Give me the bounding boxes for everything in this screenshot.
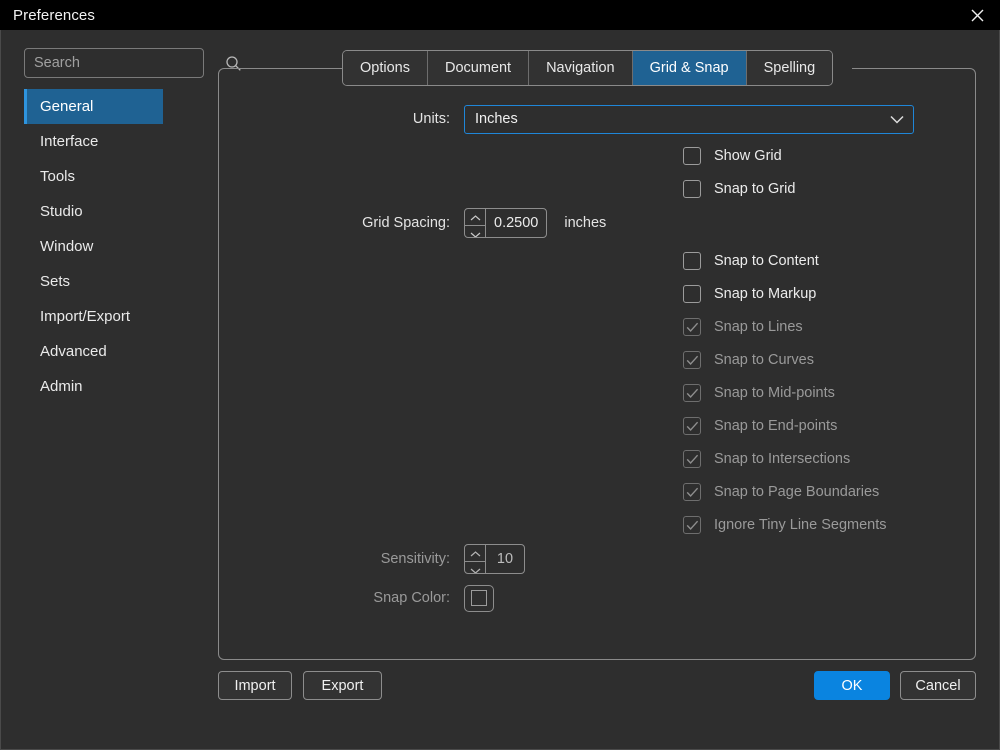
dialog-footer: Import Export OK Cancel [1,663,999,749]
import-button[interactable]: Import [218,671,292,700]
sensitivity-label: Sensitivity: [252,551,464,567]
checkbox-label: Snap to Grid [714,181,795,197]
grid-spacing-label: Grid Spacing: [252,215,464,231]
units-select-value: Inches [465,111,518,127]
chevron-up-icon [470,209,481,225]
checkbox-box [683,516,701,534]
sidebar-item-label: Advanced [40,343,107,360]
checkbox-box [683,318,701,336]
sidebar-item-label: Studio [40,203,83,220]
sidebar-item-advanced[interactable]: Advanced [24,334,163,369]
checkbox-box [683,384,701,402]
checkbox-label: Show Grid [714,148,782,164]
sidebar-item-import-export[interactable]: Import/Export [24,299,163,334]
export-button[interactable]: Export [303,671,382,700]
checkbox-snap-to-page-boundaries[interactable]: Snap to Page Boundaries [218,480,879,504]
stepper-up-button[interactable] [465,209,485,226]
checkbox-label: Ignore Tiny Line Segments [714,517,887,533]
checkbox-box [683,180,701,198]
units-select[interactable]: Inches [464,105,914,134]
chevron-down-icon [470,562,481,574]
grid-spacing-value[interactable]: 0.2500 [486,209,546,237]
chevron-up-icon [470,545,481,561]
sidebar-item-sets[interactable]: Sets [24,264,163,299]
sidebar-nav-list: General Interface Tools Studio Window Se… [24,89,163,404]
checkbox-label: Snap to End-points [714,418,837,434]
ok-button[interactable]: OK [814,671,890,700]
checkbox-label: Snap to Lines [714,319,803,335]
checkbox-box [683,450,701,468]
checkbox-snap-to-content[interactable]: Snap to Content [218,249,819,273]
close-icon [970,8,985,23]
stepper-down-button[interactable] [465,562,485,574]
checkbox-label: Snap to Mid-points [714,385,835,401]
sidebar-item-label: Window [40,238,93,255]
checkbox-box [683,147,701,165]
checkbox-label: Snap to Markup [714,286,816,302]
sidebar-item-label: Tools [40,168,75,185]
snap-color-label: Snap Color: [252,590,464,606]
checkbox-ignore-tiny-line-segments[interactable]: Ignore Tiny Line Segments [218,513,887,537]
sidebar-item-label: Import/Export [40,308,130,325]
checkbox-show-grid[interactable]: Show Grid [218,144,782,168]
search-box[interactable] [24,48,204,78]
checkbox-box [683,483,701,501]
close-button[interactable] [954,0,1000,30]
chevron-down-icon [890,106,904,133]
checkbox-snap-to-mid-points[interactable]: Snap to Mid-points [218,381,835,405]
checkbox-snap-to-curves[interactable]: Snap to Curves [218,348,814,372]
units-row: Units: Inches [252,106,914,132]
units-label: Units: [252,111,464,127]
checkbox-snap-to-grid[interactable]: Snap to Grid [218,177,795,201]
snap-color-row: Snap Color: [252,585,494,611]
checkbox-label: Snap to Page Boundaries [714,484,879,500]
grid-spacing-stepper[interactable]: 0.2500 [464,208,547,238]
sidebar-item-window[interactable]: Window [24,229,163,264]
sidebar-item-label: Sets [40,273,70,290]
sidebar: General Interface Tools Studio Window Se… [1,30,211,750]
stepper-down-button[interactable] [465,226,485,238]
stepper-up-button[interactable] [465,545,485,562]
checkbox-label: Snap to Curves [714,352,814,368]
sidebar-item-admin[interactable]: Admin [24,369,163,404]
checkbox-snap-to-intersections[interactable]: Snap to Intersections [218,447,850,471]
checkbox-label: Snap to Intersections [714,451,850,467]
checkbox-snap-to-lines[interactable]: Snap to Lines [218,315,803,339]
checkbox-snap-to-end-points[interactable]: Snap to End-points [218,414,837,438]
sidebar-item-interface[interactable]: Interface [24,124,163,159]
sensitivity-value[interactable]: 10 [486,545,524,573]
stepper-buttons [465,209,486,237]
chevron-down-icon [470,226,481,238]
window-title: Preferences [13,7,95,24]
checkbox-snap-to-markup[interactable]: Snap to Markup [218,282,816,306]
sensitivity-stepper[interactable]: 10 [464,544,525,574]
grid-spacing-unit: inches [564,215,606,231]
color-swatch [471,590,487,606]
sidebar-item-label: Admin [40,378,83,395]
search-input[interactable] [25,49,225,77]
checkbox-box [683,252,701,270]
snap-color-button[interactable] [464,585,494,612]
grid-and-snap-form: Units: Inches Show Grid Snap to Grid Gri… [218,68,976,660]
sidebar-item-studio[interactable]: Studio [24,194,163,229]
sidebar-item-tools[interactable]: Tools [24,159,163,194]
checkbox-box [683,417,701,435]
sidebar-item-label: General [40,98,93,115]
checkbox-box [683,351,701,369]
stepper-buttons [465,545,486,573]
cancel-button[interactable]: Cancel [900,671,976,700]
preferences-dialog: Preferences General In [0,0,1000,750]
titlebar: Preferences [0,0,1000,30]
checkbox-box [683,285,701,303]
sidebar-item-label: Interface [40,133,98,150]
sensitivity-row: Sensitivity: [252,546,525,572]
checkbox-label: Snap to Content [714,253,819,269]
sidebar-item-general[interactable]: General [24,89,163,124]
grid-spacing-row: Grid Spacing: [252,210,606,236]
